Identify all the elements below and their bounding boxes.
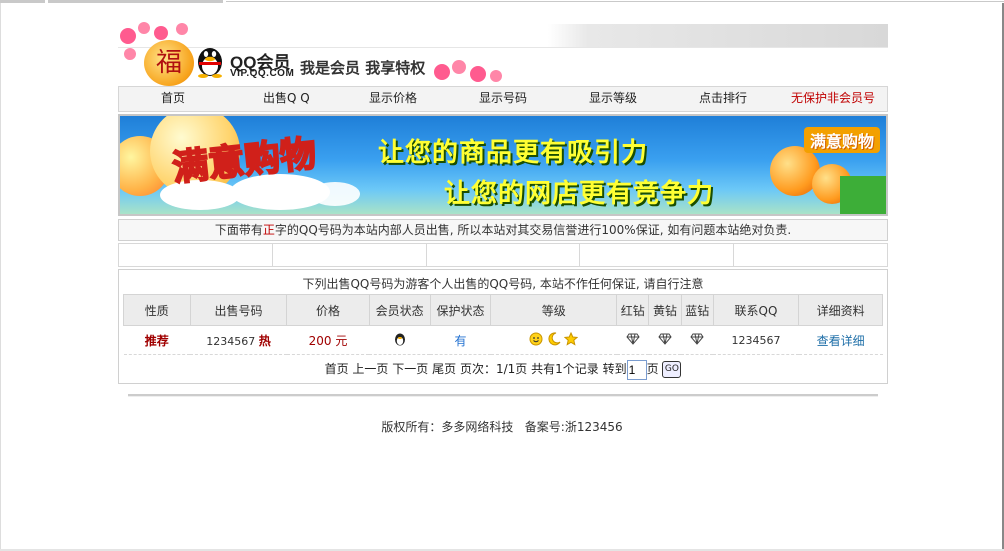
site-header: 福 QQ会员 VIP.QQ.COM 我是会员 我享特权	[118, 22, 888, 86]
blue-diamond-icon	[690, 333, 704, 345]
goto-label: 转到	[602, 362, 627, 376]
page-suffix: 页	[646, 362, 659, 376]
star-icon	[564, 331, 579, 346]
sun-icon	[529, 332, 543, 345]
promo-banner[interactable]: 满意购物 让您的商品更有吸引力 让您的网店更有竞争力 满意购物	[118, 114, 888, 216]
nav-sell-qq[interactable]: 出售Q Q	[263, 87, 310, 111]
pager-last[interactable]: 尾页	[432, 362, 456, 376]
penguin-icon	[394, 333, 405, 345]
blossom-icon	[154, 26, 168, 40]
nav-unprotected[interactable]: 无保护非会员号	[791, 87, 875, 111]
banner-right-badge: 满意购物	[804, 127, 881, 153]
window-left-border	[0, 3, 1, 551]
col-contact: 联系QQ	[712, 294, 800, 326]
pager-prev[interactable]: 上一页	[352, 362, 388, 376]
zheng-marker: 正	[262, 223, 275, 237]
blossom-icon	[138, 22, 150, 34]
banner-line-2: 让您的网店更有竞争力	[444, 179, 715, 209]
internal-listing-row	[118, 243, 888, 267]
blossom-icon	[490, 70, 502, 82]
main-nav: 首页 出售Q Q 显示价格 显示号码 显示等级 点击排行 无保护非会员号	[118, 86, 888, 112]
grass-shape	[840, 176, 886, 214]
col-number: 出售号码	[189, 294, 288, 326]
hot-badge: 热	[258, 333, 271, 348]
nav-home[interactable]: 首页	[161, 87, 185, 111]
blossom-icon	[470, 66, 486, 82]
go-button[interactable]: GO	[662, 361, 682, 378]
protect-status: 有	[454, 333, 467, 348]
red-diamond-icon	[626, 333, 640, 345]
page-container: 福 QQ会员 VIP.QQ.COM 我是会员 我享特权 首页 出售Q Q 显示价…	[118, 22, 888, 384]
nav-show-level[interactable]: 显示等级	[589, 87, 637, 111]
footer: 版权所有：多多网络科技 备案号:浙123456	[0, 418, 1004, 435]
footer-divider	[128, 394, 878, 397]
visitor-listing-box: 下列出售QQ号码为游客个人出售的QQ号码, 本站不作任何保证, 请自行注意 性质…	[118, 269, 888, 384]
col-red-diamond: 红钻	[616, 294, 650, 326]
blossom-icon	[434, 64, 450, 80]
page-info: 页次：1/1页	[459, 362, 528, 376]
col-detail: 详细资料	[798, 294, 883, 326]
col-blue-diamond: 蓝钻	[680, 294, 714, 326]
price-value: 200 元	[308, 333, 348, 348]
table-row: 推荐 1234567 热 200 元 有 1234567 查看详细	[123, 325, 883, 355]
record-total: 共有1个记录	[531, 362, 599, 376]
view-detail-link[interactable]: 查看详细	[817, 334, 865, 348]
nav-click-rank[interactable]: 点击排行	[699, 87, 747, 111]
fu-logo: 福	[144, 40, 194, 86]
blossom-icon	[120, 28, 136, 44]
qq-penguin-icon	[198, 48, 222, 78]
window-top-strip	[0, 0, 1004, 3]
yellow-diamond-icon	[658, 333, 672, 345]
col-price: 价格	[286, 294, 370, 326]
type-badge: 推荐	[144, 333, 169, 348]
col-protect: 保护状态	[429, 294, 492, 326]
moon-icon	[548, 331, 561, 345]
cloud-shape	[310, 182, 360, 206]
pager-first[interactable]: 首页	[325, 362, 349, 376]
col-yellow-diamond: 黄钻	[648, 294, 682, 326]
internal-notice: 下面带有正字的QQ号码为本站内部人员出售, 所以本站对其交易信誉进行100%保证…	[118, 219, 888, 241]
col-member: 会员状态	[368, 294, 431, 326]
logo-url: VIP.QQ.COM	[230, 68, 295, 79]
blossom-icon	[452, 60, 466, 74]
nav-show-price[interactable]: 显示价格	[369, 87, 417, 111]
blossom-icon	[176, 23, 188, 35]
qq-table: 性质 出售号码 价格 会员状态 保护状态 等级 红钻 黄钻 蓝钻 联系QQ 详细…	[123, 294, 883, 355]
copyright-text: 版权所有：多多网络科技	[381, 420, 514, 434]
pagination: 首页 上一页 下一页 尾页 页次：1/1页 共有1个记录 转到 页 GO	[123, 355, 883, 383]
contact-qq: 1234567	[731, 333, 781, 347]
icp-number: 备案号:浙123456	[524, 420, 623, 434]
banner-line-1: 让您的商品更有吸引力	[378, 138, 649, 168]
col-type: 性质	[123, 294, 191, 326]
header-slogan: 我是会员 我享特权	[300, 59, 426, 77]
blossom-icon	[124, 48, 136, 60]
qq-number: 1234567	[206, 334, 256, 348]
page-input[interactable]	[626, 359, 647, 380]
listing-title: 下列出售QQ号码为游客个人出售的QQ号码, 本站不作任何保证, 请自行注意	[302, 277, 704, 291]
nav-show-number[interactable]: 显示号码	[479, 87, 527, 111]
pager-next[interactable]: 下一页	[392, 362, 428, 376]
header-grey-band	[548, 24, 888, 47]
col-level: 等级	[490, 294, 618, 326]
